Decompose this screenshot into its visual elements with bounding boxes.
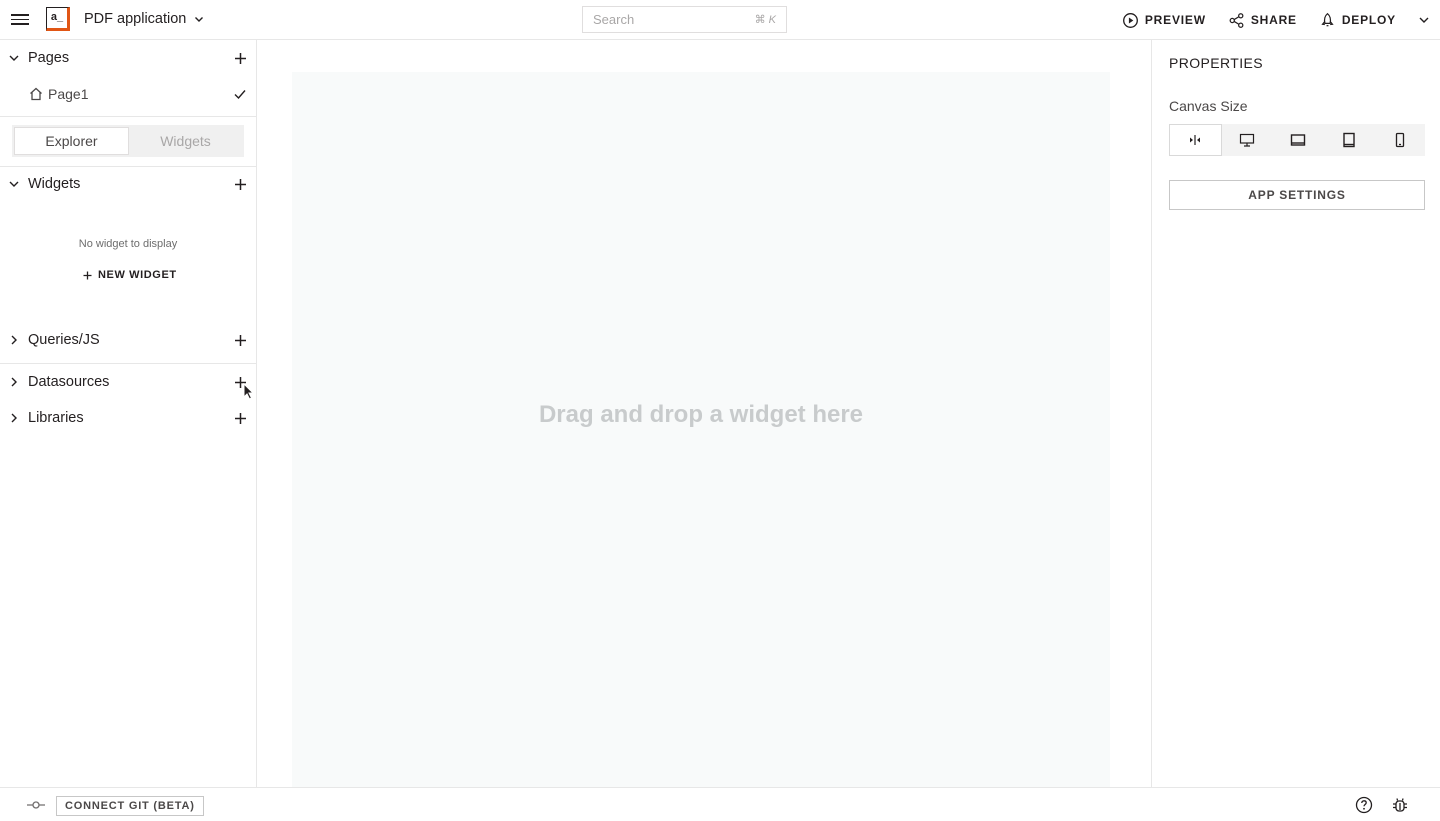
canvas-size-label: Canvas Size xyxy=(1169,98,1248,114)
tab-widgets[interactable]: Widgets xyxy=(129,127,242,155)
fluid-width-icon xyxy=(1190,135,1201,145)
add-query-icon[interactable] xyxy=(234,334,247,347)
mobile-icon xyxy=(1395,132,1404,148)
plus-icon xyxy=(83,271,92,279)
properties-panel: PROPERTIES Canvas Size APP SETTINGS xyxy=(1151,40,1440,787)
search-placeholder: Search xyxy=(593,12,635,27)
search-shortcut: ⌘ K xyxy=(754,14,776,26)
share-label: SHARE xyxy=(1250,13,1297,27)
app-settings-button[interactable]: APP SETTINGS xyxy=(1169,180,1425,210)
header-actions: PREVIEW SHARE DEPLOY xyxy=(1122,0,1430,40)
explorer-widgets-toggle: Explorer Widgets xyxy=(12,125,244,157)
widgets-label: Widgets xyxy=(28,176,81,192)
git-commit-icon xyxy=(27,801,45,809)
preview-label: PREVIEW xyxy=(1144,13,1206,27)
new-widget-button[interactable]: NEW WIDGET xyxy=(83,269,177,281)
widgets-section-header[interactable]: Widgets xyxy=(0,168,256,200)
divider xyxy=(0,363,256,364)
page-item-page1[interactable]: Page1 xyxy=(0,80,256,108)
size-option-tablet-landscape[interactable] xyxy=(1273,124,1324,156)
deploy-options-chevron-icon[interactable] xyxy=(1418,14,1430,26)
divider xyxy=(0,166,256,167)
pages-section-header[interactable]: Pages xyxy=(0,42,256,74)
size-option-fluid[interactable] xyxy=(1169,124,1222,156)
deploy-button[interactable]: DEPLOY xyxy=(1319,12,1396,29)
canvas-placeholder-text: Drag and drop a widget here xyxy=(538,400,864,428)
rocket-icon xyxy=(1321,12,1334,26)
canvas-size-selector xyxy=(1169,124,1425,156)
add-page-icon[interactable] xyxy=(234,52,247,65)
empty-widgets-message: No widget to display xyxy=(78,238,178,250)
tablet-landscape-icon xyxy=(1290,134,1306,146)
help-icon[interactable] xyxy=(1355,796,1373,814)
page-item-label: Page1 xyxy=(48,86,89,102)
new-widget-label: NEW WIDGET xyxy=(98,269,177,281)
tab-explorer[interactable]: Explorer xyxy=(14,127,129,155)
divider xyxy=(0,116,256,117)
tablet-portrait-icon xyxy=(1343,132,1355,148)
deploy-label: DEPLOY xyxy=(1341,13,1396,27)
datasources-label: Datasources xyxy=(28,374,110,390)
canvas-area: Drag and drop a widget here xyxy=(257,40,1151,787)
add-library-icon[interactable] xyxy=(234,412,247,425)
size-option-mobile[interactable] xyxy=(1374,124,1425,156)
bug-icon[interactable] xyxy=(1391,796,1409,814)
chevron-right-icon[interactable] xyxy=(8,334,20,346)
preview-button[interactable]: PREVIEW xyxy=(1122,12,1206,29)
check-icon xyxy=(234,90,246,100)
bottom-bar: CONNECT GIT (BETA) xyxy=(0,787,1440,821)
menu-icon[interactable] xyxy=(11,11,29,29)
share-button[interactable]: SHARE xyxy=(1228,12,1297,29)
queries-section-header[interactable]: Queries/JS xyxy=(0,324,256,356)
queries-label: Queries/JS xyxy=(28,332,100,348)
chevron-down-icon xyxy=(195,17,204,22)
chevron-down-icon[interactable] xyxy=(8,178,20,190)
libraries-section-header[interactable]: Libraries xyxy=(0,402,256,434)
add-widget-icon[interactable] xyxy=(234,178,247,191)
chevron-right-icon[interactable] xyxy=(8,412,20,424)
pages-label: Pages xyxy=(28,50,70,66)
connect-git-button[interactable]: CONNECT GIT (BETA) xyxy=(56,796,204,816)
datasources-section-header[interactable]: Datasources xyxy=(0,366,256,398)
size-option-tablet-portrait[interactable] xyxy=(1323,124,1374,156)
desktop-icon xyxy=(1240,133,1255,147)
share-icon xyxy=(1229,12,1244,28)
chevron-down-icon[interactable] xyxy=(8,52,20,64)
widget-drop-canvas[interactable]: Drag and drop a widget here xyxy=(292,72,1110,787)
search-input[interactable]: Search ⌘ K xyxy=(582,6,787,33)
explorer-sidebar: Pages Page1 Explorer Widgets Widgets No … xyxy=(0,40,257,787)
app-logo[interactable]: a_ xyxy=(46,7,70,31)
properties-title: PROPERTIES xyxy=(1169,55,1263,71)
play-circle-icon xyxy=(1122,12,1138,28)
chevron-right-icon[interactable] xyxy=(8,376,20,388)
size-option-desktop[interactable] xyxy=(1222,124,1273,156)
mouse-cursor-icon xyxy=(243,383,254,400)
app-name-dropdown[interactable]: PDF application xyxy=(84,11,204,27)
libraries-label: Libraries xyxy=(28,410,84,426)
home-icon xyxy=(30,87,42,101)
top-header: a_ PDF application Search ⌘ K PREVIEW SH… xyxy=(0,0,1440,40)
app-name-label: PDF application xyxy=(84,11,187,27)
